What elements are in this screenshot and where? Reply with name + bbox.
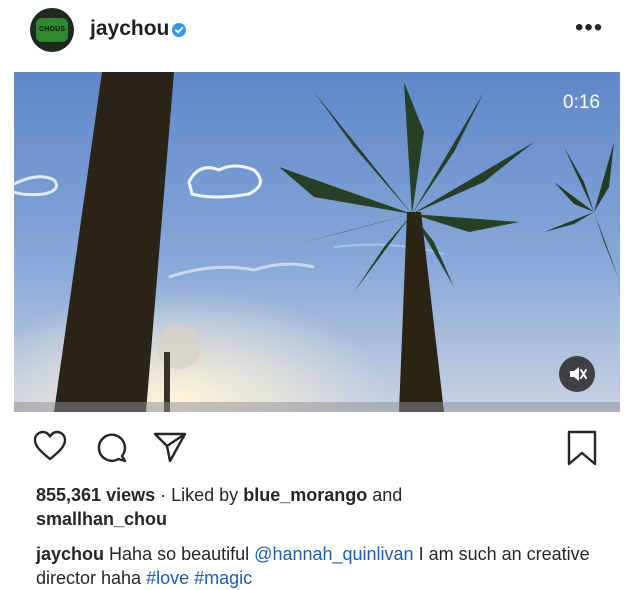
video-frame [14,72,620,412]
heart-icon[interactable] [32,429,68,463]
video-player[interactable]: 0:16 [14,72,620,412]
caption-author[interactable]: jaychou [36,544,104,564]
views-count[interactable]: 855,361 views [36,485,155,505]
liked-by-prefix: Liked by [171,485,239,505]
username[interactable]: jaychou [90,17,169,41]
separator-dot: · [160,485,167,505]
speaker-muted-icon[interactable] [559,356,595,392]
more-options-icon[interactable]: ••• [575,16,603,40]
caption-hashtag[interactable]: #magic [194,568,252,588]
post-stats: 855,361 views · Liked by blue_morango an… [36,483,616,531]
comment-icon[interactable] [94,429,130,465]
verified-badge-icon [172,23,186,37]
liked-by-user[interactable]: blue_morango [243,485,367,505]
bookmark-icon[interactable] [566,429,598,467]
post-caption: jaychou Haha so beautiful @hannah_quinli… [36,542,616,590]
avatar-logo-text: CHOUS [39,26,66,33]
caption-text: Haha so beautiful [109,544,250,564]
post-header: CHOUS jaychou ••• [0,0,640,66]
avatar[interactable]: CHOUS [30,8,74,52]
send-icon[interactable] [152,429,188,465]
liked-by-user[interactable]: smallhan_chou [36,509,167,529]
caption-mention[interactable]: @hannah_quinlivan [254,544,413,564]
caption-hashtag[interactable]: #love [146,568,189,588]
video-timer: 0:16 [563,92,600,113]
action-bar [0,425,640,473]
liked-by-and: and [372,485,403,505]
